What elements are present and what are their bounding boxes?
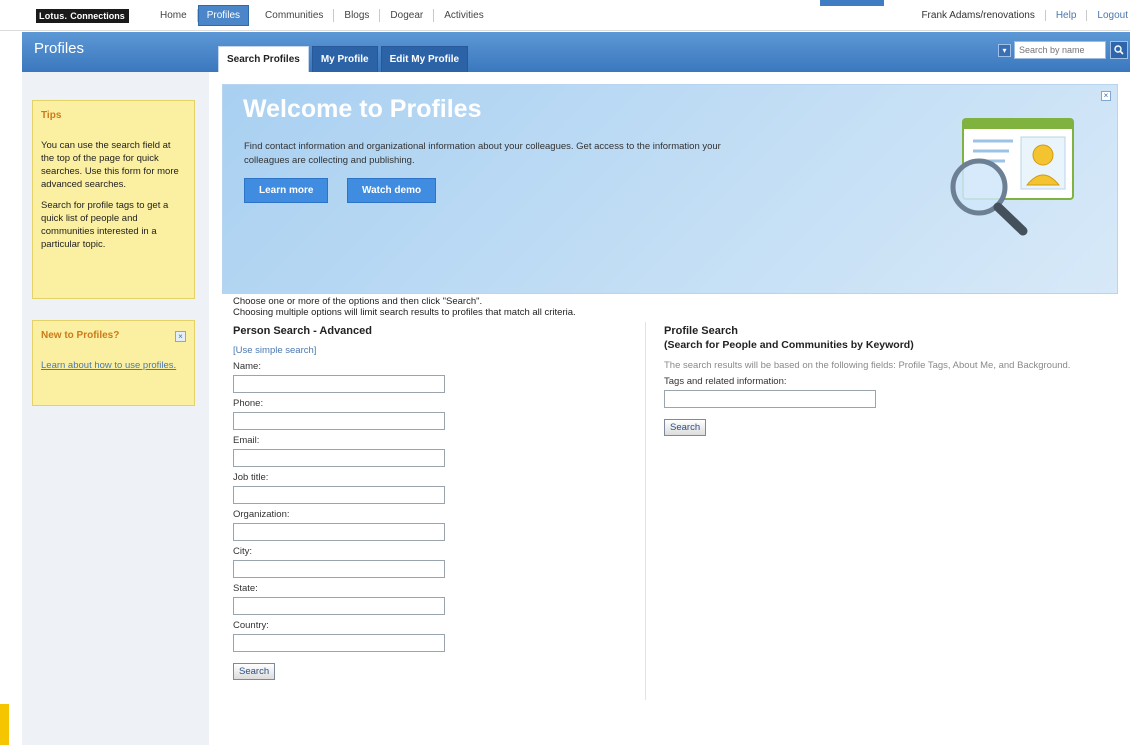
tips-text-2: Search for profile tags to get a quick l… xyxy=(41,200,169,250)
city-field-group: City: xyxy=(233,546,643,578)
profile-search-illustration-icon xyxy=(950,118,1074,236)
country-field-group: Country: xyxy=(233,620,643,652)
name-field-group: Name: xyxy=(233,361,643,393)
decorative-tab xyxy=(820,0,884,6)
phone-field-group: Phone: xyxy=(233,398,643,430)
profile-search-subtitle: (Search for People and Communities by Ke… xyxy=(664,339,914,351)
nav-activities[interactable]: Activities xyxy=(434,9,493,22)
email-input[interactable] xyxy=(233,449,445,467)
profile-search-description: The search results will be based on the … xyxy=(664,360,1071,371)
yellow-edge-marker xyxy=(0,704,9,745)
learn-about-profiles-link[interactable]: Learn about how to use profiles. xyxy=(41,360,176,371)
profile-tabs: Search Profiles My Profile Edit My Profi… xyxy=(218,46,469,72)
tab-search-profiles[interactable]: Search Profiles xyxy=(218,46,309,72)
banner-title: Welcome to Profiles xyxy=(243,95,482,123)
profile-search-form: Profile Search (Search for People and Co… xyxy=(664,325,1084,436)
top-navigation-bar: Lotus. Connections Home Profiles Communi… xyxy=(0,0,1130,31)
banner-description: Find contact information and organizatio… xyxy=(244,141,721,166)
job-title-field-group: Job title: xyxy=(233,472,643,504)
person-search-button[interactable]: Search xyxy=(233,663,276,680)
tips-box: Tips You can use the search field at the… xyxy=(32,100,195,299)
lotus-connections-logo[interactable]: Lotus. Connections xyxy=(36,8,129,24)
nav-profiles[interactable]: Profiles xyxy=(197,5,250,26)
tips-text-1: You can use the search field at the top … xyxy=(41,140,179,190)
profile-search-button[interactable]: Search xyxy=(664,419,707,436)
help-link[interactable]: Help xyxy=(1046,10,1088,21)
city-input[interactable] xyxy=(233,560,445,578)
name-label: Name: xyxy=(233,361,261,372)
person-search-form: Person Search - Advanced [Use simple sea… xyxy=(233,325,643,680)
nav-dogear[interactable]: Dogear xyxy=(380,9,435,22)
job-title-input[interactable] xyxy=(233,486,445,504)
user-links: Frank Adams/renovations Help Logout xyxy=(911,0,1130,31)
nav-home[interactable]: Home xyxy=(150,9,198,22)
organization-input[interactable] xyxy=(233,523,445,541)
left-sidebar: Tips You can use the search field at the… xyxy=(22,72,209,745)
learn-more-button[interactable]: Learn more xyxy=(244,178,329,203)
name-input[interactable] xyxy=(233,375,445,393)
tab-edit-my-profile[interactable]: Edit My Profile xyxy=(380,46,469,72)
profile-search-title: Profile Search xyxy=(664,325,738,337)
country-label: Country: xyxy=(233,620,269,631)
email-label: Email: xyxy=(233,435,260,446)
logout-link[interactable]: Logout xyxy=(1087,10,1130,21)
person-search-title: Person Search - Advanced xyxy=(233,325,372,337)
state-field-group: State: xyxy=(233,583,643,615)
tips-title: Tips xyxy=(41,110,62,121)
search-instructions: Choose one or more of the options and th… xyxy=(233,296,576,318)
tags-input[interactable] xyxy=(664,390,876,408)
watch-demo-button[interactable]: Watch demo xyxy=(347,178,437,203)
tab-my-profile[interactable]: My Profile xyxy=(311,46,378,72)
search-icon[interactable] xyxy=(1110,41,1128,59)
new-to-profiles-box: New to Profiles? × Learn about how to us… xyxy=(32,320,195,406)
profiles-header: Profiles Search Profiles My Profile Edit… xyxy=(22,32,1130,72)
email-field-group: Email: xyxy=(233,435,643,467)
welcome-banner: Welcome to Profiles Find contact informa… xyxy=(222,84,1118,294)
organization-label: Organization: xyxy=(233,509,290,520)
page-title: Profiles xyxy=(34,40,85,57)
instructions-line-1: Choose one or more of the options and th… xyxy=(233,296,483,307)
organization-field-group: Organization: xyxy=(233,509,643,541)
job-title-label: Job title: xyxy=(233,472,269,483)
column-divider xyxy=(645,322,646,700)
state-input[interactable] xyxy=(233,597,445,615)
phone-input[interactable] xyxy=(233,412,445,430)
country-input[interactable] xyxy=(233,634,445,652)
city-label: City: xyxy=(233,546,252,557)
close-icon[interactable]: × xyxy=(175,331,186,342)
use-simple-search-link[interactable]: [Use simple search] xyxy=(233,345,643,356)
search-scope-dropdown-icon[interactable]: ▾ xyxy=(998,43,1011,57)
logo-product-text: Connections xyxy=(70,9,129,23)
instructions-line-2: Choosing multiple options will limit sea… xyxy=(233,307,576,318)
logo-lotus-text: Lotus. xyxy=(36,9,71,23)
nav-blogs[interactable]: Blogs xyxy=(334,9,381,22)
state-label: State: xyxy=(233,583,258,594)
app-nav: Home Profiles Communities Blogs Dogear A… xyxy=(150,0,494,31)
name-search: ▾ xyxy=(998,41,1106,59)
search-by-name-input[interactable] xyxy=(1014,41,1106,59)
user-name[interactable]: Frank Adams/renovations xyxy=(911,10,1046,21)
nav-communities[interactable]: Communities xyxy=(255,9,335,22)
tags-label: Tags and related information: xyxy=(664,376,787,387)
close-banner-icon[interactable]: × xyxy=(1101,91,1111,101)
new-to-profiles-title: New to Profiles? xyxy=(41,330,120,341)
phone-label: Phone: xyxy=(233,398,264,409)
